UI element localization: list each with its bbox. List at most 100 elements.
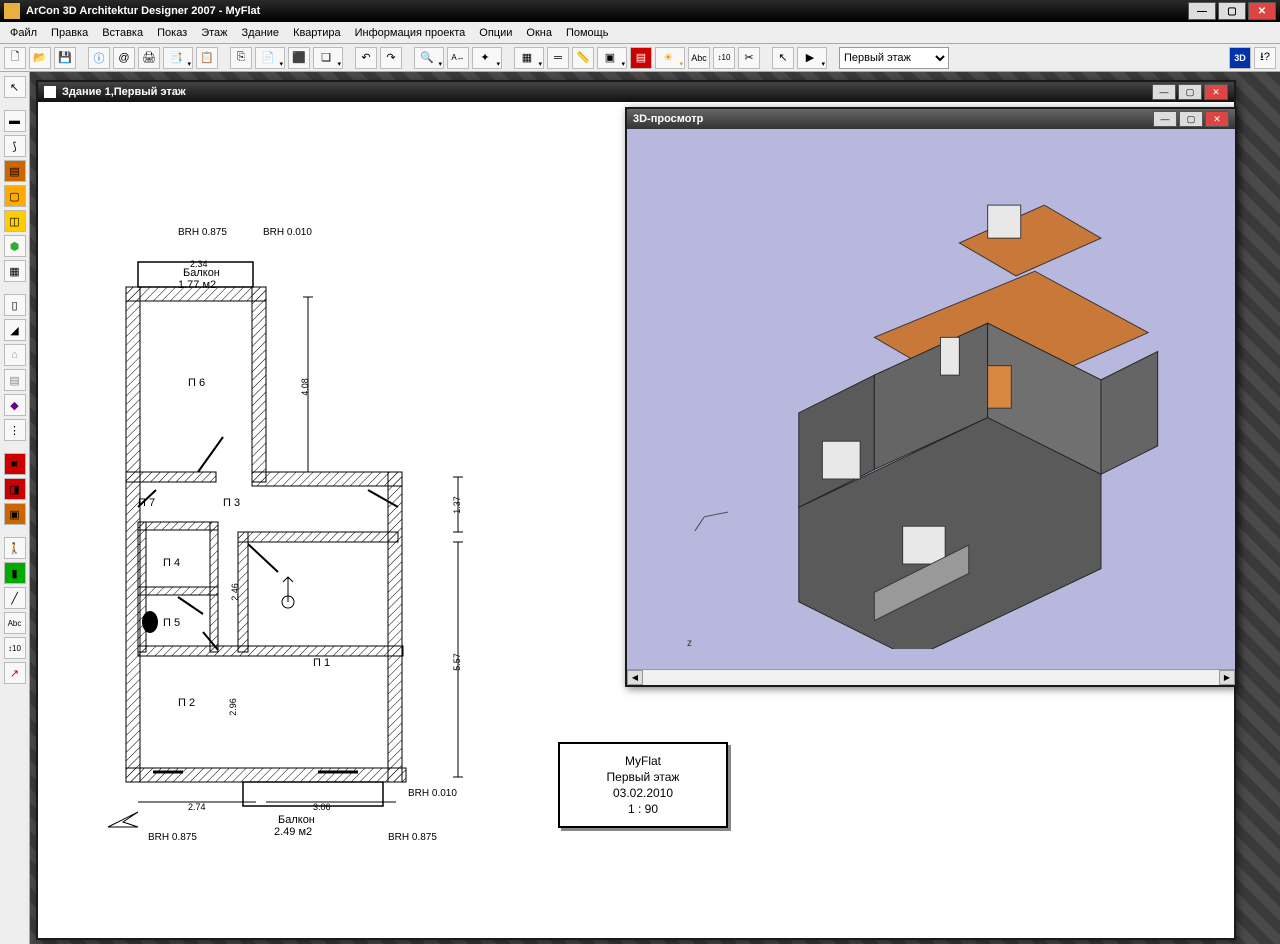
- plan-minimize-button[interactable]: —: [1152, 84, 1176, 100]
- plan-maximize-button[interactable]: ▢: [1178, 84, 1202, 100]
- section-button[interactable]: ✂: [738, 47, 760, 69]
- info-date: 03.02.2010: [568, 786, 718, 800]
- zoom-button[interactable]: 🔍: [414, 47, 444, 69]
- app-titlebar: ArCon 3D Architektur Designer 2007 - MyF…: [0, 0, 1280, 22]
- preview-maximize-button[interactable]: ▢: [1179, 111, 1203, 127]
- export-button[interactable]: 📑: [163, 47, 193, 69]
- cursor-tool-button[interactable]: ↖: [772, 47, 794, 69]
- beam-tool[interactable]: ◢: [4, 319, 26, 341]
- dot-tool[interactable]: ⋮: [4, 419, 26, 441]
- brh-bl: BRH 0.875: [148, 832, 197, 843]
- measure-tool[interactable]: ↕10: [4, 637, 26, 659]
- layers-button[interactable]: ▤: [630, 47, 652, 69]
- email-button[interactable]: @: [113, 47, 135, 69]
- window-tool[interactable]: ▢: [4, 185, 26, 207]
- hatch-tool[interactable]: ▦: [4, 260, 26, 282]
- dim-button[interactable]: ↕10: [713, 47, 735, 69]
- railing-tool[interactable]: ▤: [4, 369, 26, 391]
- room-p4: П 4: [163, 557, 180, 569]
- brh-bm: BRH 0.875: [388, 832, 437, 843]
- angle-tool[interactable]: ↗: [4, 662, 26, 684]
- menu-options[interactable]: Опции: [473, 25, 518, 41]
- dim-246: 2.46: [230, 583, 240, 601]
- sun-button[interactable]: ☀: [655, 47, 685, 69]
- view-tool-button[interactable]: ▶: [797, 47, 827, 69]
- info-floor: Первый этаж: [568, 770, 718, 784]
- red-square-tool[interactable]: ■: [4, 453, 26, 475]
- new-button[interactable]: 🗋: [4, 47, 26, 69]
- open-button[interactable]: 📂: [29, 47, 51, 69]
- copy-button[interactable]: ⎘: [230, 47, 252, 69]
- zoom-area-button[interactable]: A↔: [447, 47, 469, 69]
- project-info-box: MyFlat Первый этаж 03.02.2010 1 : 90: [558, 742, 728, 828]
- snap-button[interactable]: ▣: [597, 47, 627, 69]
- menu-file[interactable]: Файл: [4, 25, 43, 41]
- wall-tool[interactable]: ▬: [4, 110, 26, 132]
- scroll-right-button[interactable]: ▶: [1219, 670, 1235, 685]
- ruler-button[interactable]: 📏: [572, 47, 594, 69]
- menu-apartment[interactable]: Квартира: [287, 25, 347, 41]
- text-tool[interactable]: Abc: [4, 612, 26, 634]
- orbit-button[interactable]: ✦: [472, 47, 502, 69]
- context-help-button[interactable]: ⭳?: [1254, 47, 1276, 69]
- app-title: ArCon 3D Architektur Designer 2007 - MyF…: [26, 5, 260, 17]
- plan-close-button[interactable]: ✕: [1204, 84, 1228, 100]
- dim-306: 3.06: [313, 802, 331, 812]
- workspace: ↖ ▬ ⟆ ▤ ▢ ◫ ⬢ ▦ ▯ ◢ ⌂ ▤ ◆ ⋮ ■ ◨ ▣ 🚶 ▮ ╱ …: [0, 72, 1280, 944]
- balcony-bottom-label: Балкон: [278, 814, 315, 826]
- preview-scrollbar[interactable]: ◀ ▶: [627, 669, 1235, 685]
- 3d-object-tool[interactable]: ⬢: [4, 235, 26, 257]
- print-button[interactable]: 🖨: [138, 47, 160, 69]
- text-button[interactable]: Abc: [688, 47, 710, 69]
- compass-label: z: [687, 638, 692, 649]
- menu-show[interactable]: Показ: [151, 25, 193, 41]
- menu-floor[interactable]: Этаж: [195, 25, 233, 41]
- line-tool[interactable]: ╱: [4, 587, 26, 609]
- arc-wall-tool[interactable]: ⟆: [4, 135, 26, 157]
- 3d-mode-button[interactable]: 3D: [1229, 47, 1251, 69]
- browser-button[interactable]: ⓘ: [88, 47, 110, 69]
- pointer-tool[interactable]: ↖: [4, 76, 26, 98]
- menu-building[interactable]: Здание: [236, 25, 286, 41]
- preview-close-button[interactable]: ✕: [1205, 111, 1229, 127]
- scroll-left-button[interactable]: ◀: [627, 670, 643, 685]
- window-minimize-button[interactable]: —: [1188, 2, 1216, 20]
- clipboard-button[interactable]: 📋: [196, 47, 218, 69]
- room-p6: П 6: [188, 377, 205, 389]
- redo-button[interactable]: ↷: [380, 47, 402, 69]
- floor-select[interactable]: Первый этаж: [839, 47, 949, 69]
- left-toolbar: ↖ ▬ ⟆ ▤ ▢ ◫ ⬢ ▦ ▯ ◢ ⌂ ▤ ◆ ⋮ ■ ◨ ▣ 🚶 ▮ ╱ …: [0, 72, 30, 944]
- info-scale: 1 : 90: [568, 802, 718, 816]
- menu-insert[interactable]: Вставка: [96, 25, 149, 41]
- window-close-button[interactable]: ✕: [1248, 2, 1276, 20]
- person-tool[interactable]: 🚶: [4, 537, 26, 559]
- door-tool[interactable]: ◫: [4, 210, 26, 232]
- app-icon: [4, 3, 20, 19]
- element-button[interactable]: ❏: [313, 47, 343, 69]
- door2-tool[interactable]: ◨: [4, 478, 26, 500]
- paste-button[interactable]: 📄: [255, 47, 285, 69]
- menu-windows[interactable]: Окна: [520, 25, 558, 41]
- grid-button[interactable]: ▦: [514, 47, 544, 69]
- preview-minimize-button[interactable]: —: [1153, 111, 1177, 127]
- ruler-h-button[interactable]: ═: [547, 47, 569, 69]
- dim-408: 4.08: [300, 378, 310, 396]
- save-button[interactable]: 💾: [54, 47, 76, 69]
- menu-help[interactable]: Помощь: [560, 25, 615, 41]
- stairs-tool[interactable]: ▤: [4, 160, 26, 182]
- column-tool[interactable]: ▯: [4, 294, 26, 316]
- menu-edit[interactable]: Правка: [45, 25, 94, 41]
- room-p2: П 2: [178, 697, 195, 709]
- dim-137: 1.37: [452, 496, 462, 514]
- wall-insert-button[interactable]: ⬛: [288, 47, 310, 69]
- roof-tool[interactable]: ⌂: [4, 344, 26, 366]
- window-maximize-button[interactable]: ▢: [1218, 2, 1246, 20]
- preview-window: 3D-просмотр — ▢ ✕: [625, 107, 1237, 687]
- preview-canvas[interactable]: z: [627, 129, 1235, 669]
- dim-557: 5.57: [452, 653, 462, 671]
- undo-button[interactable]: ↶: [355, 47, 377, 69]
- solid-tool[interactable]: ◆: [4, 394, 26, 416]
- green-tool[interactable]: ▮: [4, 562, 26, 584]
- window2-tool[interactable]: ▣: [4, 503, 26, 525]
- menu-project-info[interactable]: Информация проекта: [349, 25, 472, 41]
